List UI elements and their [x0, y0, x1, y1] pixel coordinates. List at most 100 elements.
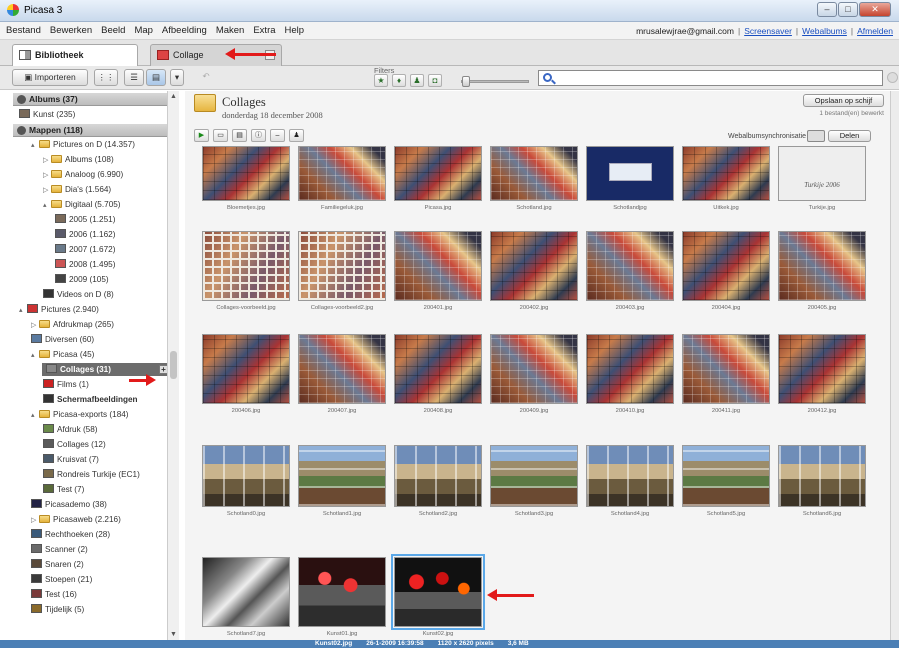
photo-image[interactable]: [586, 146, 674, 201]
collapse-icon[interactable]: [17, 126, 26, 135]
photo-image[interactable]: [298, 334, 386, 404]
sidebar-scroll-thumb[interactable]: [170, 351, 177, 379]
photo-image[interactable]: [682, 334, 770, 404]
photo-image[interactable]: [391, 554, 485, 630]
photo-image[interactable]: [778, 231, 866, 301]
collapse-icon[interactable]: [17, 95, 26, 104]
photo-image[interactable]: Turkije 2006: [778, 146, 866, 201]
webalbums-link[interactable]: Webalbums: [802, 26, 847, 36]
slider-knob[interactable]: [462, 76, 470, 87]
expand-icon[interactable]: ▷: [43, 154, 51, 167]
folder-item[interactable]: ▴ Picasa (45): [31, 348, 94, 361]
import-button[interactable]: ▣ Importeren: [12, 69, 88, 86]
folder-item[interactable]: ▴ Picasa-exports (184): [31, 408, 129, 421]
maximize-button[interactable]: □: [838, 2, 858, 17]
expand-icon[interactable]: ▷: [43, 184, 51, 197]
album-item[interactable]: Kunst (235): [19, 108, 75, 121]
photo-image[interactable]: [298, 146, 386, 201]
photo-image[interactable]: [298, 445, 386, 507]
sync-toggle[interactable]: [807, 130, 825, 142]
minimize-button[interactable]: –: [817, 2, 837, 17]
people-view-button[interactable]: ⋮⋮: [94, 69, 118, 86]
folder-item[interactable]: 2005 (1.251): [55, 213, 115, 226]
main-scrollbar[interactable]: [890, 91, 899, 640]
edit-description-button[interactable]: ▤: [232, 129, 247, 142]
geotag-filter-icon[interactable]: ◘: [428, 74, 442, 87]
export-button[interactable]: ▭: [213, 129, 228, 142]
folder-item[interactable]: ▴ Pictures (2.940): [19, 303, 99, 316]
photo-image[interactable]: [490, 334, 578, 404]
view-dropdown-button[interactable]: ▾: [170, 69, 184, 86]
photo-image[interactable]: [394, 146, 482, 201]
photo-image[interactable]: [394, 334, 482, 404]
folder-item[interactable]: Videos on D (8): [43, 288, 114, 301]
folder-item[interactable]: ▷ Albums (108): [43, 153, 114, 166]
folder-item[interactable]: Diversen (60): [31, 333, 94, 346]
collapse-icon[interactable]: ▴: [31, 349, 39, 362]
folders-section-header[interactable]: Mappen (118): [13, 124, 177, 137]
photo-image[interactable]: [490, 231, 578, 301]
slideshow-button[interactable]: ▶: [194, 129, 209, 142]
info-button[interactable]: ⓘ: [251, 129, 266, 142]
photo-image[interactable]: [394, 445, 482, 507]
face-filter-icon[interactable]: ♟: [410, 74, 424, 87]
search-input[interactable]: [538, 70, 883, 86]
folder-item[interactable]: ▷ Analoog (6.990): [43, 168, 123, 181]
screensaver-link[interactable]: Screensaver: [744, 26, 792, 36]
menu-bestand[interactable]: Bestand: [6, 25, 41, 36]
folder-item[interactable]: Tijdelijk (5): [31, 603, 84, 616]
photo-image[interactable]: [202, 146, 290, 201]
photo-image[interactable]: [490, 445, 578, 507]
folder-item[interactable]: 2007 (1.672): [55, 243, 115, 256]
folder-item[interactable]: ▷ Dia's (1.564): [43, 183, 111, 196]
photo-image[interactable]: [298, 557, 386, 627]
photo-image[interactable]: [586, 334, 674, 404]
date-filter-slider[interactable]: [461, 76, 529, 87]
folder-item[interactable]: Afdruk (58): [43, 423, 98, 436]
folder-item[interactable]: Collages (12): [43, 438, 106, 451]
menu-beeld[interactable]: Beeld: [101, 25, 125, 36]
menu-help[interactable]: Help: [285, 25, 305, 36]
folder-item[interactable]: Scanner (2): [31, 543, 88, 556]
collapse-icon[interactable]: ▴: [31, 409, 39, 422]
expand-icon[interactable]: ▷: [31, 319, 39, 332]
grid-view-button[interactable]: ▤: [146, 69, 166, 86]
folder-item[interactable]: Test (16): [31, 588, 77, 601]
collapse-icon[interactable]: ▴: [31, 139, 39, 152]
photo-image[interactable]: [682, 146, 770, 201]
tab-library[interactable]: Bibliotheek: [12, 44, 138, 66]
back-button[interactable]: ↶: [196, 69, 216, 86]
photo-image[interactable]: [586, 231, 674, 301]
folder-item[interactable]: Kruisvat (7): [43, 453, 99, 466]
collapse-icon[interactable]: ▴: [19, 304, 27, 317]
menu-maken[interactable]: Maken: [216, 25, 245, 36]
folder-item[interactable]: ▷ Picasaweb (2.216): [31, 513, 121, 526]
photo-image[interactable]: [490, 146, 578, 201]
folder-item[interactable]: Picasademo (38): [31, 498, 107, 511]
photo-image[interactable]: [778, 334, 866, 404]
menu-map[interactable]: Map: [134, 25, 152, 36]
sign-out-link[interactable]: Afmelden: [857, 26, 893, 36]
photo-image[interactable]: [682, 231, 770, 301]
star-filter-icon[interactable]: ★: [374, 74, 388, 87]
photo-image[interactable]: [202, 231, 290, 301]
menu-bewerken[interactable]: Bewerken: [50, 25, 92, 36]
folder-item[interactable]: ▴ Digitaal (5.705): [43, 198, 121, 211]
photo-image[interactable]: [586, 445, 674, 507]
video-filter-icon[interactable]: ♦: [392, 74, 406, 87]
photo-image[interactable]: [778, 445, 866, 507]
menu-afbeelding[interactable]: Afbeelding: [162, 25, 207, 36]
photo-image[interactable]: [682, 445, 770, 507]
folder-item[interactable]: 2008 (1.495): [55, 258, 115, 271]
search-options-icon[interactable]: [887, 72, 898, 83]
folder-item[interactable]: ▷ Afdrukmap (265): [31, 318, 114, 331]
folder-item[interactable]: Stoepen (21): [31, 573, 92, 586]
folder-item[interactable]: Rondreis Turkije (EC1): [43, 468, 140, 481]
share-button[interactable]: Delen: [828, 130, 871, 142]
folder-item[interactable]: Schermafbeeldingen: [43, 393, 138, 406]
photo-image[interactable]: [202, 445, 290, 507]
folder-item[interactable]: ▴ Pictures on D (14.357): [31, 138, 135, 151]
collapse-icon[interactable]: ▴: [43, 199, 51, 212]
people-button[interactable]: ♟: [289, 129, 304, 142]
folder-item[interactable]: 2006 (1.162): [55, 228, 115, 241]
